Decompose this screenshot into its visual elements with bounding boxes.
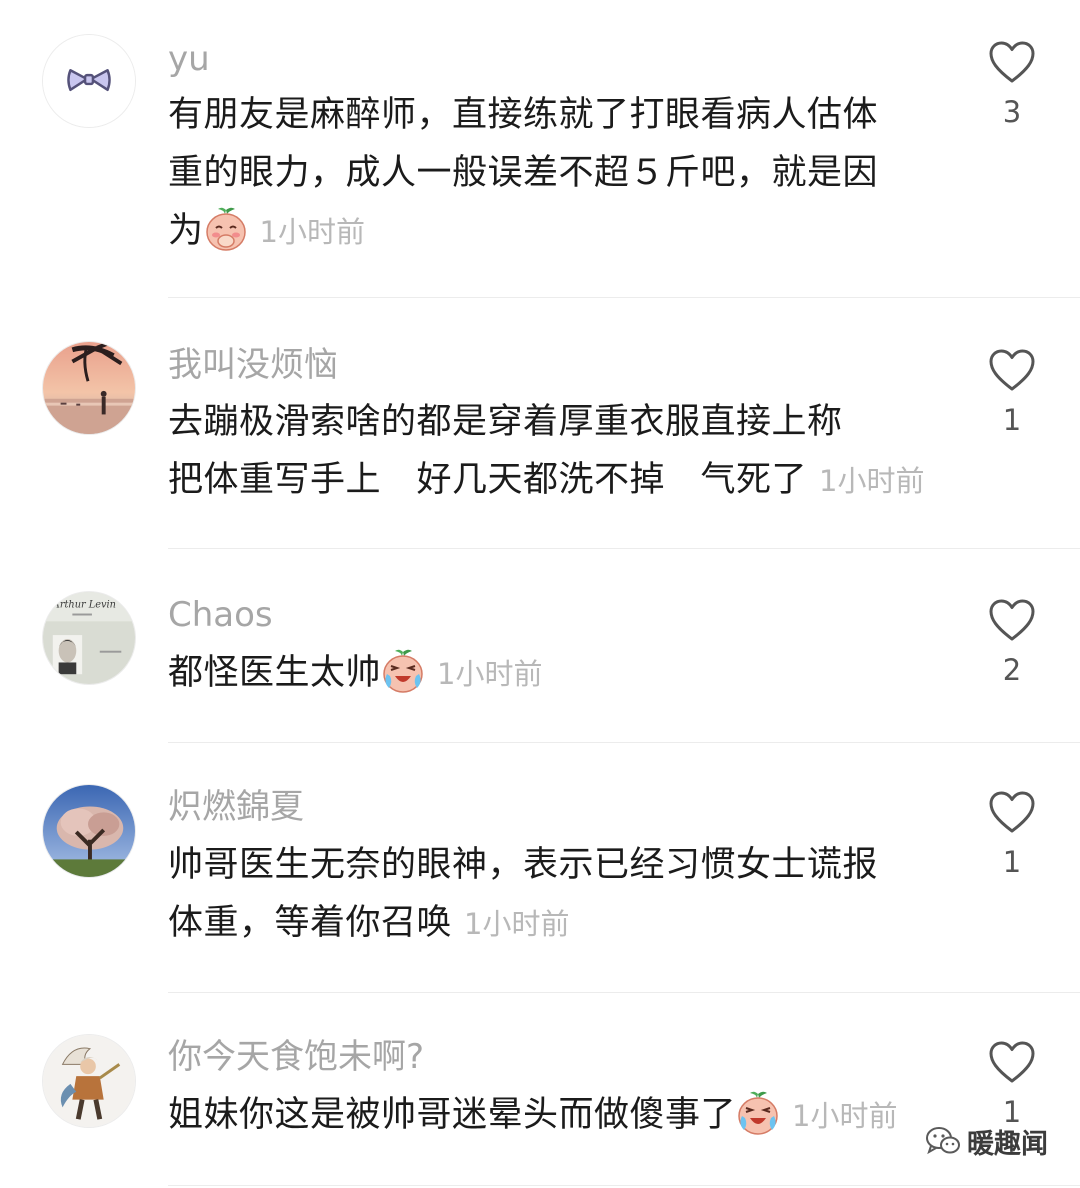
comment-line-text: 为 <box>168 211 204 251</box>
username[interactable]: Chaos <box>168 598 273 632</box>
comment-line-last: 都怪医生太帅 1小时前 <box>168 644 938 703</box>
heart-icon <box>989 349 1035 391</box>
beach-sunset-icon <box>43 342 135 434</box>
wechat-icon <box>926 1127 960 1155</box>
comment-line-last: 把体重写手上 好几天都洗不掉 气死了 1小时前 <box>168 451 938 510</box>
like-count: 2 <box>1002 653 1022 687</box>
game-character-icon <box>43 1035 135 1127</box>
comment-line-text: 都怪医生太帅 <box>168 653 382 693</box>
timestamp: 1小时前 <box>437 657 543 691</box>
heart-icon <box>989 41 1035 83</box>
username[interactable]: yu <box>168 42 210 76</box>
avatar[interactable] <box>42 1034 136 1128</box>
divider <box>168 297 1080 298</box>
comment-text: 帅哥医生无奈的眼神，表示已经习惯女士谎报 体重，等着你召唤 1小时前 <box>168 836 938 953</box>
bow-tie-icon <box>43 35 135 127</box>
comment-line-text: 姐妹你这是被帅哥迷晕头而做傻事了 <box>168 1095 737 1135</box>
timestamp: 1小时前 <box>819 464 925 498</box>
like-count: 1 <box>1002 845 1022 879</box>
comment-line: 去蹦极滑索啥的都是穿着厚重衣服直接上称 <box>168 402 843 442</box>
divider <box>168 548 1080 549</box>
timestamp: 1小时前 <box>464 907 570 941</box>
comment-line-last: 体重，等着你召唤 1小时前 <box>168 894 938 953</box>
username[interactable]: 我叫没烦恼 <box>168 348 338 382</box>
avatar[interactable] <box>42 34 136 128</box>
comment-line-last: 姐妹你这是被帅哥迷晕头而做傻事了 1小时前 <box>168 1086 938 1145</box>
like-button[interactable]: 3 <box>984 40 1040 127</box>
laughing-crying-emoji-icon <box>381 648 425 694</box>
comment-line-last: 为 1小时前 <box>168 202 938 261</box>
comment-line-text: 把体重写手上 好几天都洗不掉 气死了 <box>168 460 808 500</box>
like-count: 3 <box>1002 95 1022 129</box>
comment-text: 姐妹你这是被帅哥迷晕头而做傻事了 1小时前 <box>168 1086 938 1145</box>
like-button[interactable]: 1 <box>984 790 1040 877</box>
like-count: 1 <box>1002 403 1022 437</box>
book-cover-icon: Arthur Levin <box>43 592 135 684</box>
like-button[interactable]: 2 <box>984 598 1040 685</box>
avatar[interactable]: Arthur Levin <box>42 591 136 685</box>
heart-icon <box>989 1041 1035 1083</box>
divider <box>168 742 1080 743</box>
comment-line: 帅哥医生无奈的眼神，表示已经习惯女士谎报 <box>168 845 879 885</box>
heart-icon <box>989 791 1035 833</box>
comment-text: 有朋友是麻醉师，直接练就了打眼看病人估体 重的眼力，成人一般误差不超５斤吧，就是… <box>168 86 938 261</box>
username[interactable]: 炽燃錦夏 <box>168 790 304 824</box>
shy-covering-mouth-emoji-icon <box>204 206 248 252</box>
username[interactable]: 你今天食饱未啊? <box>168 1040 424 1074</box>
divider <box>168 1185 1080 1186</box>
like-button[interactable]: 1 <box>984 1040 1040 1127</box>
comment-line: 重的眼力，成人一般误差不超５斤吧，就是因 <box>168 153 879 193</box>
watermark-text: 暖趣闻 <box>967 1128 1048 1160</box>
timestamp: 1小时前 <box>259 215 365 249</box>
comment-text: 去蹦极滑索啥的都是穿着厚重衣服直接上称 把体重写手上 好几天都洗不掉 气死了 1小… <box>168 393 938 510</box>
comment-line-text: 体重，等着你召唤 <box>168 903 453 943</box>
watermark: 暖趣闻 <box>925 1120 1048 1162</box>
heart-icon <box>989 599 1035 641</box>
avatar[interactable] <box>42 784 136 878</box>
svg-text:Arthur Levin: Arthur Levin <box>52 600 116 611</box>
blossom-tree-icon <box>43 785 135 877</box>
divider <box>168 992 1080 993</box>
comment-text: 都怪医生太帅 1小时前 <box>168 644 938 703</box>
laughing-crying-emoji-icon <box>736 1090 780 1136</box>
timestamp: 1小时前 <box>792 1099 898 1133</box>
avatar[interactable] <box>42 341 136 435</box>
comment-line: 有朋友是麻醉师，直接练就了打眼看病人估体 <box>168 95 879 135</box>
like-button[interactable]: 1 <box>984 348 1040 435</box>
